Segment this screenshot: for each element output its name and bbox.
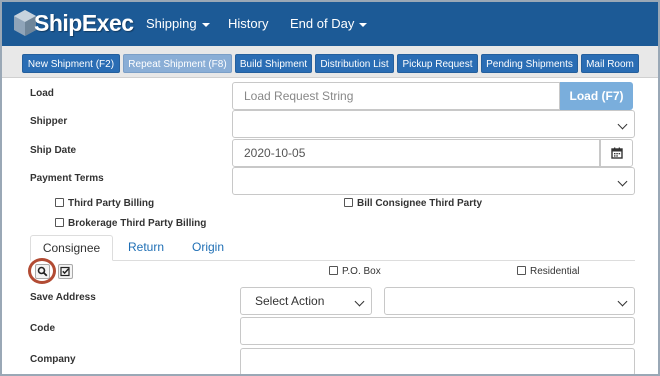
top-navbar: ShipExec Shipping History End of Day [2,2,658,46]
third-party-billing-label: Third Party Billing [68,198,155,209]
checkbox-box [55,198,64,207]
pending-shipments-button[interactable]: Pending Shipments [481,54,578,73]
load-request-placeholder: Load Request String [244,89,354,103]
nav-shipping-label: Shipping [146,16,197,31]
shipper-select[interactable] [232,110,635,138]
calendar-icon [611,147,623,159]
po-box-label: P.O. Box [342,266,381,277]
shipper-label: Shipper [30,116,68,127]
po-box-checkbox[interactable]: P.O. Box [329,266,381,277]
shipexec-logo[interactable]: ShipExec [12,8,134,40]
shipment-toolbar: New Shipment (F2) Repeat Shipment (F8) B… [2,46,658,78]
tab-return[interactable]: Return [118,235,174,261]
brokerage-third-party-billing-label: Brokerage Third Party Billing [68,218,207,229]
chevron-down-icon [617,176,628,187]
new-shipment-button[interactable]: New Shipment (F2) [22,54,120,73]
pickup-request-button[interactable]: Pickup Request [397,54,478,73]
nav-end-of-day-label: End of Day [290,16,355,31]
save-address-label: Save Address [30,292,96,303]
checkbox-box [517,266,526,275]
nav-end-of-day[interactable]: End of Day [290,16,368,31]
nav-history[interactable]: History [228,16,268,31]
checkbox-box [344,198,353,207]
company-label: Company [30,354,76,365]
mail-room-button[interactable]: Mail Room [581,54,639,73]
calendar-button[interactable] [600,139,633,167]
checklist-icon [60,266,70,277]
third-party-billing-checkbox[interactable]: Third Party Billing [55,198,154,209]
company-input[interactable] [240,348,635,374]
distribution-list-button[interactable]: Distribution List [315,54,394,73]
code-input[interactable] [240,317,635,345]
checkbox-box [55,218,64,227]
residential-label: Residential [530,266,580,277]
caret-down-icon [359,22,368,27]
brokerage-third-party-billing-checkbox[interactable]: Brokerage Third Party Billing [55,218,206,229]
code-label: Code [30,323,55,334]
residential-checkbox[interactable]: Residential [517,266,579,277]
payment-terms-select[interactable] [232,167,635,195]
bill-consignee-third-party-checkbox[interactable]: Bill Consignee Third Party [344,198,482,209]
app-window: ShipExec Shipping History End of Day New… [0,0,660,376]
address-search-button[interactable] [35,264,50,279]
ship-date-input[interactable]: 2020-10-05 [232,139,600,167]
payment-terms-label: Payment Terms [30,173,104,184]
checkbox-box [329,266,338,275]
select-action-dropdown[interactable]: Select Action [240,287,372,315]
chevron-down-icon [354,296,365,307]
nav-history-label: History [228,16,269,31]
build-shipment-button[interactable]: Build Shipment [235,54,312,73]
load-label: Load [30,88,54,99]
chevron-down-icon [617,119,628,130]
nav-shipping[interactable]: Shipping [146,16,210,31]
bill-consignee-third-party-label: Bill Consignee Third Party [357,198,483,209]
repeat-shipment-button[interactable]: Repeat Shipment (F8) [123,54,232,73]
load-request-input[interactable]: Load Request String [232,82,560,110]
search-icon [37,266,48,277]
ship-date-value: 2020-10-05 [244,146,306,160]
chevron-down-icon [617,296,628,307]
saved-address-select[interactable] [384,287,635,315]
address-validate-button[interactable] [58,264,73,279]
select-action-value: Select Action [255,294,325,308]
load-button[interactable]: Load (F7) [560,82,633,110]
ship-date-label: Ship Date [30,145,77,156]
tab-consignee[interactable]: Consignee [30,235,113,261]
caret-down-icon [201,22,210,27]
logo-text: ShipExec [34,10,134,36]
tab-origin[interactable]: Origin [185,235,231,261]
